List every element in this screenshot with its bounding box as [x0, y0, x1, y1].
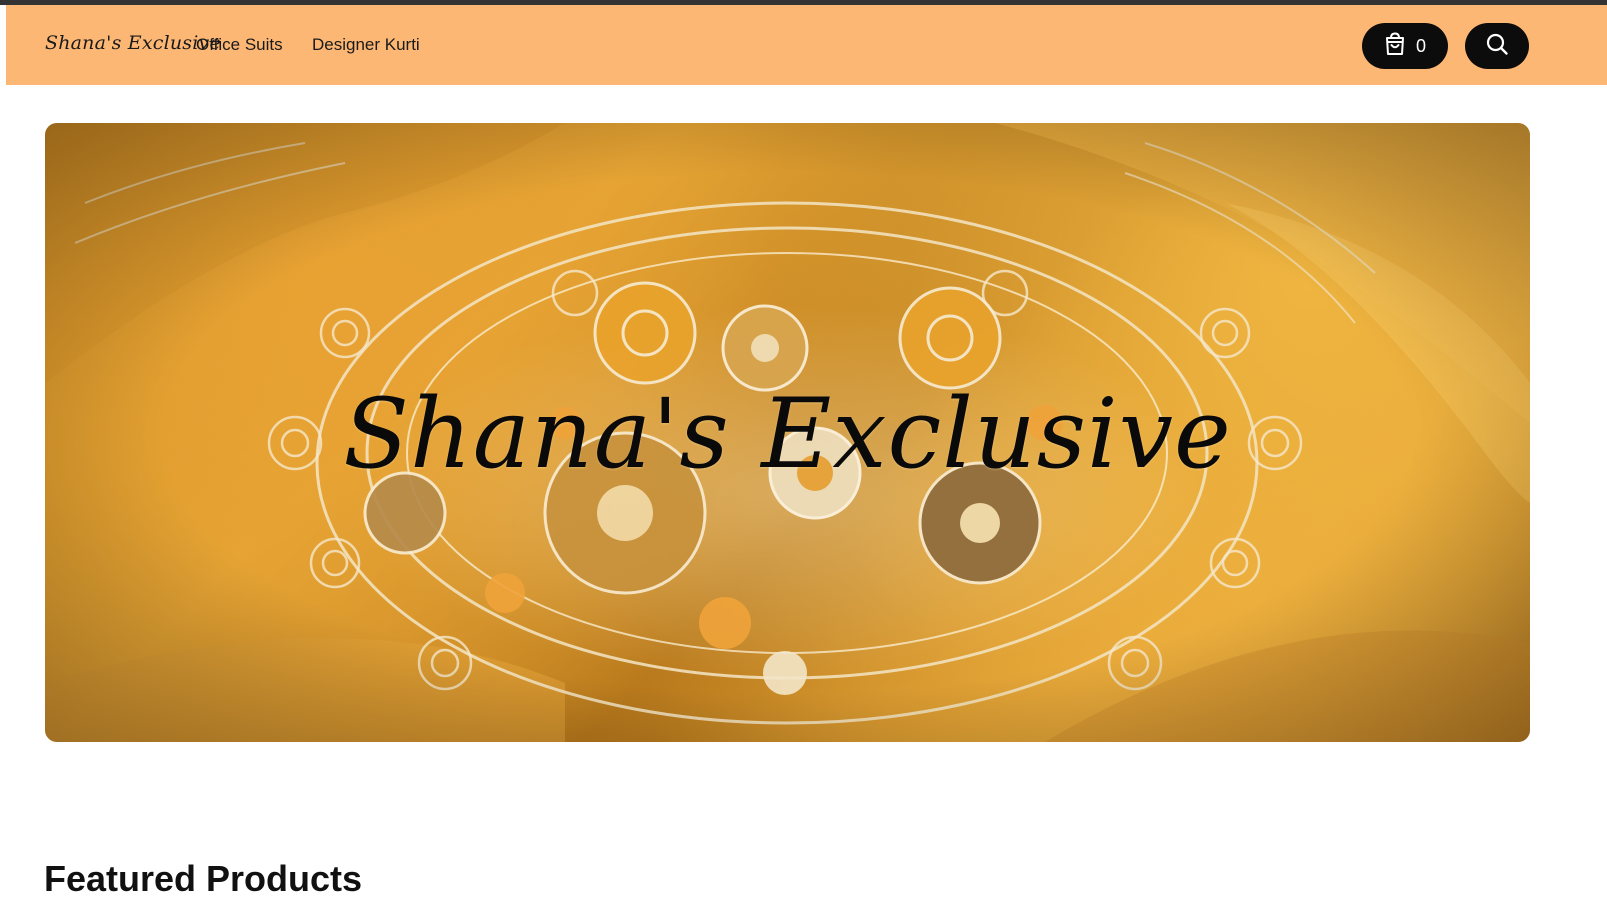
site-header: Shana's Exclusive Office Suits Designer … [6, 5, 1607, 85]
nav-link-office-suits[interactable]: Office Suits [196, 35, 283, 55]
site-logo[interactable]: Shana's Exclusive [45, 32, 221, 54]
search-button[interactable] [1465, 23, 1529, 69]
nav-link-designer-kurti[interactable]: Designer Kurti [312, 35, 420, 55]
cart-button[interactable]: 0 [1362, 23, 1448, 69]
hero-title: Shana's Exclusive [343, 378, 1232, 490]
featured-products-heading: Featured Products [44, 857, 363, 899]
cart-count: 0 [1415, 35, 1426, 56]
shopping-bag-icon [1384, 31, 1406, 61]
search-icon [1485, 32, 1509, 61]
hero-banner: Shana's Exclusive [45, 123, 1530, 742]
